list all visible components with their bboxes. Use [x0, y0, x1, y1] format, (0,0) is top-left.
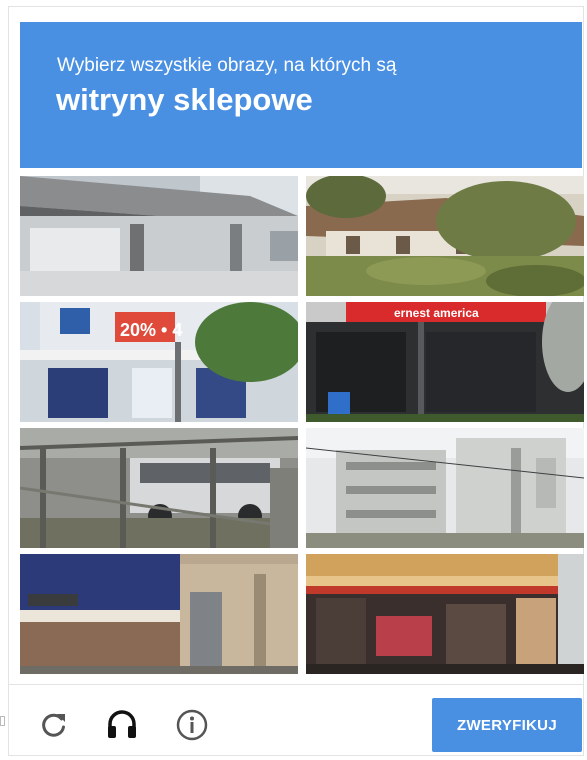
reload-icon [42, 713, 65, 737]
headphones-icon [108, 710, 136, 738]
tile-4[interactable]: ernest america [306, 302, 584, 422]
info-icon [176, 709, 208, 741]
audio-button[interactable] [102, 705, 142, 745]
tile-5[interactable] [20, 428, 298, 548]
shop-front-image [306, 554, 584, 674]
image-grid: 20% • 4 ernest america [20, 176, 587, 676]
verify-button[interactable]: ZWERYFIKUJ [432, 698, 582, 752]
reload-button[interactable] [34, 705, 74, 745]
footer-divider [8, 684, 584, 685]
storefront-sign-image: 20% • 4 [20, 302, 298, 422]
challenge-subject: witryny sklepowe [56, 82, 313, 117]
promo-sign-text: 20% • 4 [120, 320, 182, 340]
info-button[interactable] [172, 705, 212, 745]
tile-2[interactable] [306, 176, 584, 296]
challenge-instruction: Wybierz wszystkie obrazy, na których są [57, 55, 397, 76]
store-red-sign-image: ernest america [306, 302, 584, 422]
edge-marker [0, 716, 5, 726]
tile-6[interactable] [306, 428, 584, 548]
apartment-building-image [306, 428, 584, 548]
tile-8[interactable] [306, 554, 584, 674]
tile-7[interactable] [20, 554, 298, 674]
house-trees-image [306, 176, 584, 296]
tile-3[interactable]: 20% • 4 [20, 302, 298, 422]
challenge-header: Wybierz wszystkie obrazy, na których są … [20, 22, 582, 168]
building-awning-image [20, 176, 298, 296]
brick-wall-gate-image [20, 554, 298, 674]
fence-car-image [20, 428, 298, 548]
tile-1[interactable] [20, 176, 298, 296]
store-sign-text: ernest america [394, 306, 479, 320]
